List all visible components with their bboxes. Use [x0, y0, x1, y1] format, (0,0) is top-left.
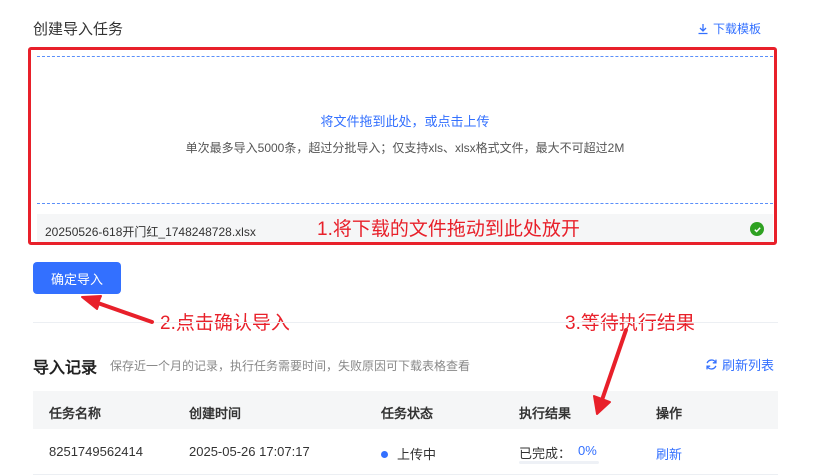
refresh-icon	[706, 359, 717, 370]
confirm-import-button[interactable]: 确定导入	[33, 262, 121, 294]
row-refresh-button[interactable]: 刷新	[656, 444, 682, 463]
records-title: 导入记录	[33, 360, 98, 377]
records-table-header: 任务名称 创建时间 任务状态 执行结果 操作	[33, 391, 778, 429]
result-value: 0%	[578, 443, 597, 458]
result-label: 已完成：	[519, 446, 572, 461]
result-progress: 已完成： 0%	[519, 440, 604, 468]
column-header-created-time: 创建时间	[189, 406, 242, 421]
created-time-cell: 2025-05-26 17:07:17	[189, 444, 310, 459]
records-hint: 保存近一个月的记录，执行任务需要时间，失败原因可下载表格查看	[110, 359, 471, 373]
section-divider	[33, 322, 778, 323]
annotation-step-1: 1.将下载的文件拖动到此处放开	[317, 219, 580, 240]
column-header-result: 执行结果	[519, 406, 572, 421]
column-header-action: 操作	[656, 406, 683, 421]
progress-track	[519, 461, 599, 464]
column-header-task-name: 任务名称	[49, 406, 102, 421]
annotation-arrow-2	[81, 295, 154, 324]
page-title: 创建导入任务	[33, 21, 124, 38]
status-dot-icon	[381, 451, 388, 459]
table-row: 8251749562414 2025-05-26 17:07:17 上传中 已完…	[33, 430, 778, 475]
download-template-label: 下载模板	[713, 22, 762, 36]
refresh-list-button[interactable]: 刷新列表	[705, 355, 774, 374]
refresh-list-label: 刷新列表	[722, 358, 775, 373]
download-icon	[698, 23, 708, 34]
task-status-cell: 上传中	[381, 444, 436, 463]
column-header-task-status: 任务状态	[381, 406, 434, 421]
task-name-cell: 8251749562414	[49, 444, 143, 459]
task-status-text: 上传中	[397, 447, 437, 462]
download-template-link[interactable]: 下载模板	[697, 20, 761, 37]
